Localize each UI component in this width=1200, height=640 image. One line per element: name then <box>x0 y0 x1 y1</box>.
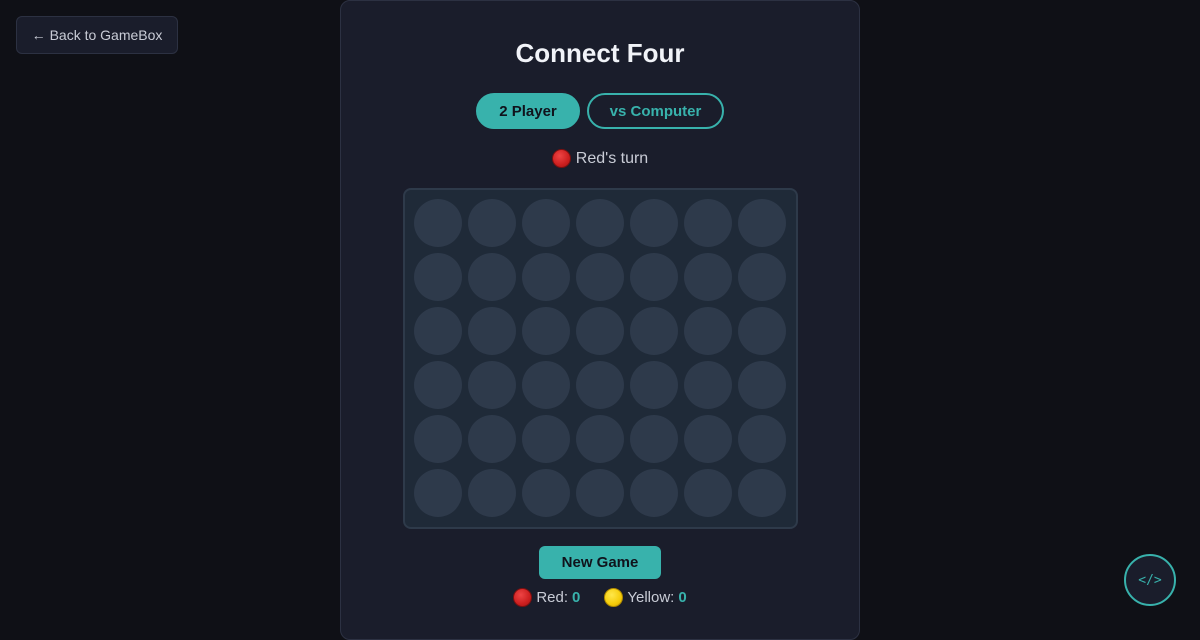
scoreboard: Red: 0 Yellow: 0 <box>341 588 859 607</box>
board-slot-r2-c7[interactable] <box>738 253 786 301</box>
board-slot-r3-c1[interactable] <box>414 307 462 355</box>
board-slot-r4-c2[interactable] <box>468 361 516 409</box>
board-slot-r4-c3[interactable] <box>522 361 570 409</box>
red-score: Red: 0 <box>513 588 580 607</box>
board-slot-r6-c5[interactable] <box>630 469 678 517</box>
board-slot-r2-c1[interactable] <box>414 253 462 301</box>
red-disc-icon <box>513 588 533 607</box>
board-slot-r2-c5[interactable] <box>630 253 678 301</box>
red-score-label: Red: <box>536 589 568 606</box>
board-slot-r1-c7[interactable] <box>738 199 786 247</box>
board-slot-r6-c7[interactable] <box>738 469 786 517</box>
mode-vs-computer-button[interactable]: vs Computer <box>587 93 724 129</box>
red-disc-icon <box>551 149 571 168</box>
board-slot-r5-c3[interactable] <box>522 415 570 463</box>
board-slot-r4-c4[interactable] <box>576 361 624 409</box>
board-slot-r4-c7[interactable] <box>738 361 786 409</box>
board-slot-r3-c6[interactable] <box>684 307 732 355</box>
red-score-value: 0 <box>572 589 581 606</box>
yellow-disc-icon <box>604 588 624 607</box>
board-slot-r6-c3[interactable] <box>522 469 570 517</box>
board-slot-r5-c2[interactable] <box>468 415 516 463</box>
mode-two-player-button[interactable]: 2 Player <box>476 93 580 129</box>
new-game-button[interactable]: New Game <box>539 546 661 579</box>
game-panel: Connect Four 2 Player vs Computer Red's … <box>340 0 860 640</box>
board-slot-r5-c5[interactable] <box>630 415 678 463</box>
back-button-label: Back to GameBox <box>49 27 163 43</box>
board-slot-r1-c2[interactable] <box>468 199 516 247</box>
turn-status-text: Red's turn <box>575 149 649 167</box>
code-icon: </> <box>1138 572 1162 588</box>
board-slot-r3-c2[interactable] <box>468 307 516 355</box>
board-slot-r2-c6[interactable] <box>684 253 732 301</box>
yellow-score-label: Yellow: <box>627 589 675 606</box>
board-slot-r6-c1[interactable] <box>414 469 462 517</box>
back-to-gamebox-button[interactable]: ← Back to GameBox <box>16 16 178 54</box>
board-slot-r5-c1[interactable] <box>414 415 462 463</box>
board-slot-r3-c7[interactable] <box>738 307 786 355</box>
board-slot-r6-c4[interactable] <box>576 469 624 517</box>
board-slot-r5-c6[interactable] <box>684 415 732 463</box>
board-slot-r2-c4[interactable] <box>576 253 624 301</box>
board-slot-r3-c5[interactable] <box>630 307 678 355</box>
board-slot-r1-c6[interactable] <box>684 199 732 247</box>
page-title: Connect Four <box>515 38 685 68</box>
board-slot-r2-c2[interactable] <box>468 253 516 301</box>
board-slot-r1-c4[interactable] <box>576 199 624 247</box>
board-slot-r4-c6[interactable] <box>684 361 732 409</box>
yellow-score: Yellow: 0 <box>604 588 687 607</box>
game-board <box>403 188 798 529</box>
board-slot-r6-c6[interactable] <box>684 469 732 517</box>
board-slot-r2-c3[interactable] <box>522 253 570 301</box>
board-slot-r6-c2[interactable] <box>468 469 516 517</box>
yellow-score-value: 0 <box>678 589 687 606</box>
mode-selector: 2 Player vs Computer <box>341 93 859 129</box>
board-slot-r1-c3[interactable] <box>522 199 570 247</box>
board-slot-r1-c1[interactable] <box>414 199 462 247</box>
view-source-button[interactable]: </> <box>1124 554 1176 606</box>
board-slot-r3-c3[interactable] <box>522 307 570 355</box>
board-slot-r5-c7[interactable] <box>738 415 786 463</box>
board-slot-r4-c5[interactable] <box>630 361 678 409</box>
board-slot-r4-c1[interactable] <box>414 361 462 409</box>
arrow-left-icon: ← <box>31 27 46 43</box>
board-slot-r3-c4[interactable] <box>576 307 624 355</box>
board-slot-r5-c4[interactable] <box>576 415 624 463</box>
turn-status: Red's turn <box>341 149 859 168</box>
board-slot-r1-c5[interactable] <box>630 199 678 247</box>
